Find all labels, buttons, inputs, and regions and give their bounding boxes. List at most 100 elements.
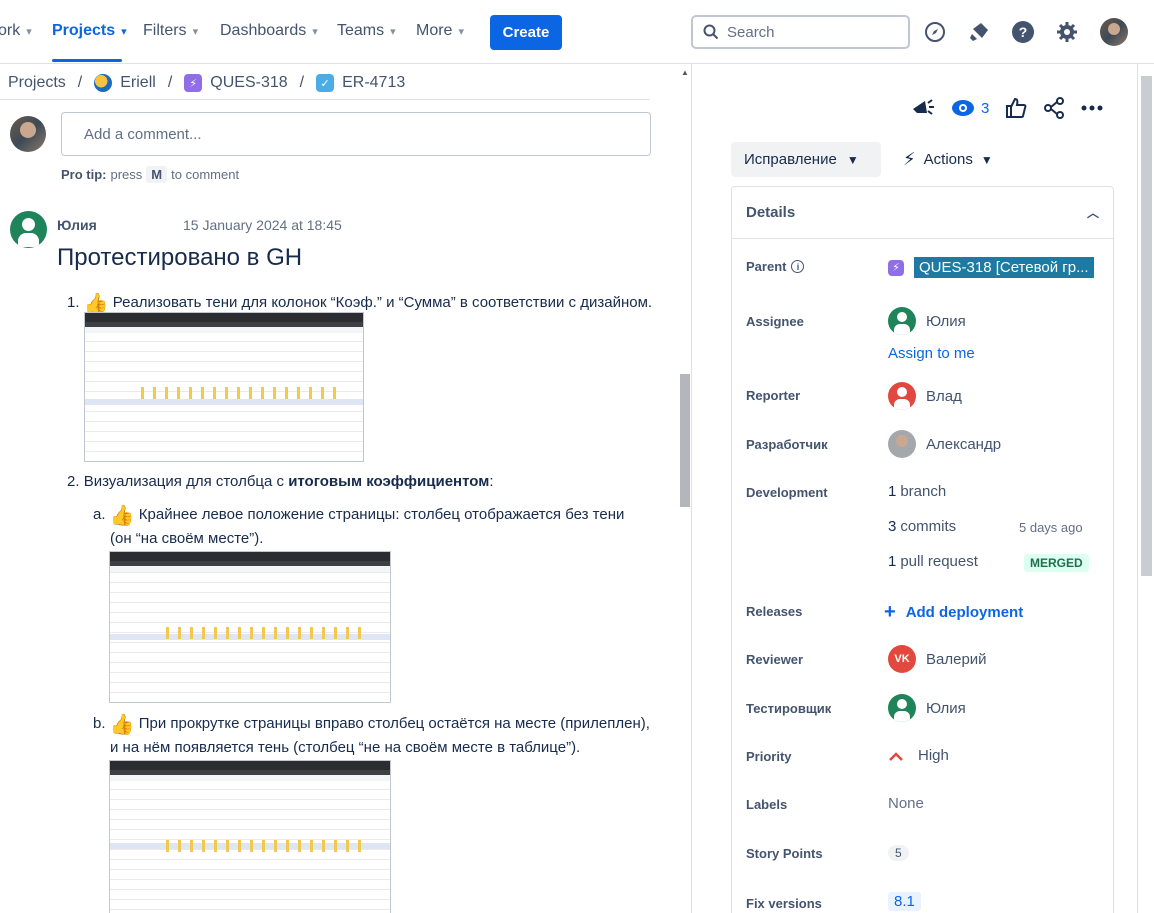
chevron-down-icon: ▼ [846,152,859,167]
dev-commits[interactable]: 3 commits [888,518,956,535]
comment-author-avatar [10,211,47,248]
settings-icon[interactable] [1055,20,1079,44]
reporter-value[interactable]: Влад [888,382,962,410]
breadcrumb-projects[interactable]: Projects [8,74,66,92]
assignee-value[interactable]: Юлия [888,307,966,335]
comment-author[interactable]: Юлия [57,217,97,233]
merged-badge: MERGED [1024,554,1089,572]
breadcrumb-project[interactable]: Eriell [120,74,156,92]
nav-item-work[interactable]: ork ▾ [0,22,32,40]
add-deployment-label: Add deployment [905,604,1024,621]
details-title: Details [746,204,796,221]
issue-toolbar: 3 [911,97,1103,119]
priority-text: High [918,747,949,764]
story-points-value[interactable]: 5 [888,845,909,861]
developer-value[interactable]: Александр [888,430,1001,458]
dev-pull-request[interactable]: 1 pull request [888,553,978,570]
details-header[interactable]: Details ︿ [732,187,1113,239]
assign-to-me-link[interactable]: Assign to me [888,345,975,362]
labels-value[interactable]: None [888,795,924,812]
protip-text: press [110,167,143,182]
scrollbar-thumb[interactable] [1141,76,1152,576]
avatar [888,430,916,458]
commits-time: 5 days ago [1019,520,1083,535]
fix-versions-value[interactable]: 8.1 [888,892,921,911]
breadcrumb-issue[interactable]: ER-4713 [342,74,405,92]
user-avatar[interactable] [1100,18,1128,46]
list-item: a. 👍 Крайнее левое положение страницы: с… [93,503,624,528]
nav-item-projects[interactable]: Projects ▾ [52,22,127,40]
developer-name: Александр [926,435,1002,453]
tester-value[interactable]: Юлия [888,694,966,722]
nav-item-label: Teams [337,22,385,39]
reporter-label: Reporter [746,388,801,403]
right-scrollbar[interactable] [1137,64,1154,913]
nav-item-more[interactable]: More ▾ [416,22,464,40]
list-item: b. 👍 При прокрутке страницы вправо столб… [93,712,650,737]
dev-branch[interactable]: 1 branch [888,483,946,500]
search-input[interactable]: Search [691,15,910,49]
pr-status: MERGED [1024,554,1089,572]
thumbs-up-icon: 👍 [109,505,135,527]
list-item-bold: итоговым коэффициентом [288,473,490,490]
screenshot-attachment[interactable] [84,312,364,462]
chevron-down-icon: ▾ [390,25,396,38]
reviewer-label: Reviewer [746,652,804,667]
details-section: Details ︿ Parent i ⚡ QUES-318 [Сетевой г… [731,186,1114,913]
nav-item-filters[interactable]: Filters ▾ [143,22,198,40]
avatar [888,694,916,722]
left-scrollbar[interactable]: ▲ [678,64,692,913]
developer-label: Разработчик [746,437,828,452]
priority-label: Priority [746,749,792,764]
fix-version-tag[interactable]: 8.1 [888,892,921,911]
status-dropdown[interactable]: Исправление ▼ [731,142,881,177]
svg-text:?: ? [1019,24,1028,40]
parent-label: Parent i [746,259,805,274]
development-label: Development [746,485,828,500]
nav-item-dashboards[interactable]: Dashboards ▾ [220,22,318,40]
chevron-down-icon: ▼ [980,152,993,167]
thumbs-up-icon[interactable] [1005,97,1027,119]
tester-label: Тестировщик [746,701,832,716]
tester-name: Юлия [926,699,966,717]
chevron-up-icon[interactable]: ︿ [1087,204,1099,221]
reviewer-value[interactable]: VK Валерий [888,645,987,673]
add-comment-input[interactable]: Add a comment... [61,112,651,156]
pro-tip: Pro tip: press M to comment [61,166,239,183]
list-item-continuation: (он “на своём месте”). [110,530,264,547]
nav-item-label: Filters [143,22,187,39]
comment-date[interactable]: 15 January 2024 at 18:45 [183,217,342,233]
scrollbar-thumb[interactable] [680,374,690,507]
priority-value[interactable]: High [888,747,949,764]
activity-panel: Projects / Eriell / ⚡ QUES-318 / ✓ ER-47… [0,64,678,913]
add-deployment-button[interactable]: + Add deployment [884,601,1023,624]
chevron-down-icon: ▾ [312,25,318,38]
screenshot-attachment[interactable] [109,760,391,913]
field-label-text: Parent [746,259,787,274]
compass-icon[interactable] [923,20,947,44]
watch-count[interactable]: 3 [981,100,989,117]
task-checkbox-icon: ✓ [316,74,335,92]
screenshot-attachment[interactable] [109,551,391,703]
list-item-continuation: и на нём появляется тень (столбец “не на… [110,739,581,756]
notifications-icon[interactable] [967,20,991,44]
actions-dropdown[interactable]: ⚡ Actions ▼ [903,142,993,177]
more-options-icon[interactable] [1081,105,1103,111]
help-icon[interactable]: ? [1011,20,1035,44]
chevron-down-icon: ▾ [121,25,127,38]
watch-eye-icon[interactable] [951,99,975,117]
share-icon[interactable] [1043,97,1065,119]
current-user-avatar [10,116,46,152]
list-number: 1. [67,294,80,311]
scroll-up-icon[interactable]: ▲ [681,68,689,77]
breadcrumb-parent[interactable]: QUES-318 [210,74,287,92]
megaphone-icon[interactable] [911,97,935,119]
nav-item-teams[interactable]: Teams ▾ [337,22,396,40]
parent-value[interactable]: ⚡ QUES-318 [Сетевой гр... [888,257,1094,278]
parent-link[interactable]: QUES-318 [Сетевой гр... [914,257,1094,278]
avatar: VK [888,645,916,673]
commit-count: 3 [888,518,897,535]
create-button[interactable]: Create [490,15,562,50]
project-logo-icon [94,74,113,92]
info-icon[interactable]: i [791,260,805,273]
